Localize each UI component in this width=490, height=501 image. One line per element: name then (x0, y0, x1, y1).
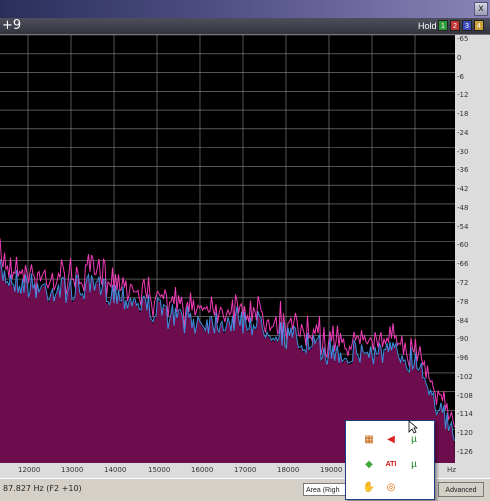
db-scale: -65 0 -6 -12 -18 -24 -30 -36 -42 -48 -54 -60 -66 -72 -… (455, 35, 490, 465)
freq-tick: 13000 (61, 466, 84, 474)
tray-overflow-popup: ▦ ◀ µ ◆ ATI µ ✋ ◎ (345, 420, 435, 500)
utorrent-update-icon[interactable]: µ (407, 433, 421, 447)
hold-button-3[interactable]: 3 (462, 20, 472, 31)
db-tick: 0 (457, 53, 462, 62)
db-tick: -24 (457, 128, 469, 137)
db-tick: -54 (457, 222, 469, 231)
hand-icon[interactable]: ✋ (362, 481, 376, 495)
db-tick: -65 (457, 35, 469, 43)
freq-tick: 15000 (148, 466, 171, 474)
db-tick: -108 (457, 391, 473, 400)
hold-button-1[interactable]: 1 (438, 20, 448, 31)
db-tick: -30 (457, 147, 469, 156)
db-tick: -60 (457, 241, 469, 250)
db-tick: -120 (457, 429, 473, 438)
chat-icon[interactable]: ◆ (362, 458, 376, 472)
db-tick: -114 (457, 410, 473, 419)
db-tick: -18 (457, 110, 469, 119)
ati-icon[interactable]: ATI (384, 458, 398, 472)
hold-button-2[interactable]: 2 (450, 20, 460, 31)
area-select[interactable]: Area (Righ (303, 483, 347, 496)
db-tick: -6 (457, 72, 464, 81)
server-icon[interactable]: ▦ (362, 433, 376, 447)
db-tick: -90 (457, 335, 469, 344)
frequency-readout: 87.827 Hz (F2 +10) (3, 484, 82, 493)
freq-tick: 17000 (234, 466, 257, 474)
db-tick: -96 (457, 354, 469, 363)
hold-button-4[interactable]: 4 (474, 20, 484, 31)
freq-tick: 16000 (191, 466, 214, 474)
db-tick: -84 (457, 316, 469, 325)
close-button[interactable]: x (474, 2, 488, 16)
freq-tick: 19000 (320, 466, 343, 474)
lifebuoy-icon[interactable]: ◎ (384, 481, 398, 495)
offset-label: +9 (2, 18, 22, 33)
freq-tick: 18000 (277, 466, 300, 474)
freq-tick: Hz (447, 466, 456, 474)
advanced-button[interactable]: Advanced (438, 482, 484, 497)
db-tick: -12 (457, 91, 469, 100)
spectrum-canvas (0, 34, 455, 463)
db-tick: -78 (457, 297, 469, 306)
speaker-icon[interactable]: ◀ (384, 433, 398, 447)
freq-tick: 14000 (104, 466, 127, 474)
freq-tick: 12000 (18, 466, 41, 474)
hold-label: Hold (418, 21, 437, 31)
db-tick: -72 (457, 279, 469, 288)
db-tick: -42 (457, 185, 469, 194)
mouse-cursor-icon (408, 420, 418, 434)
db-tick: -126 (457, 447, 473, 456)
utorrent-icon[interactable]: µ (407, 458, 421, 472)
desktop-titlebar: x (0, 0, 490, 18)
db-tick: -48 (457, 203, 469, 212)
db-tick: -102 (457, 372, 473, 381)
analyzer-header: +9 Hold 1 2 3 4 (0, 18, 490, 35)
db-tick: -66 (457, 260, 469, 269)
spectrum-plot[interactable] (0, 34, 455, 463)
db-tick: -36 (457, 166, 469, 175)
